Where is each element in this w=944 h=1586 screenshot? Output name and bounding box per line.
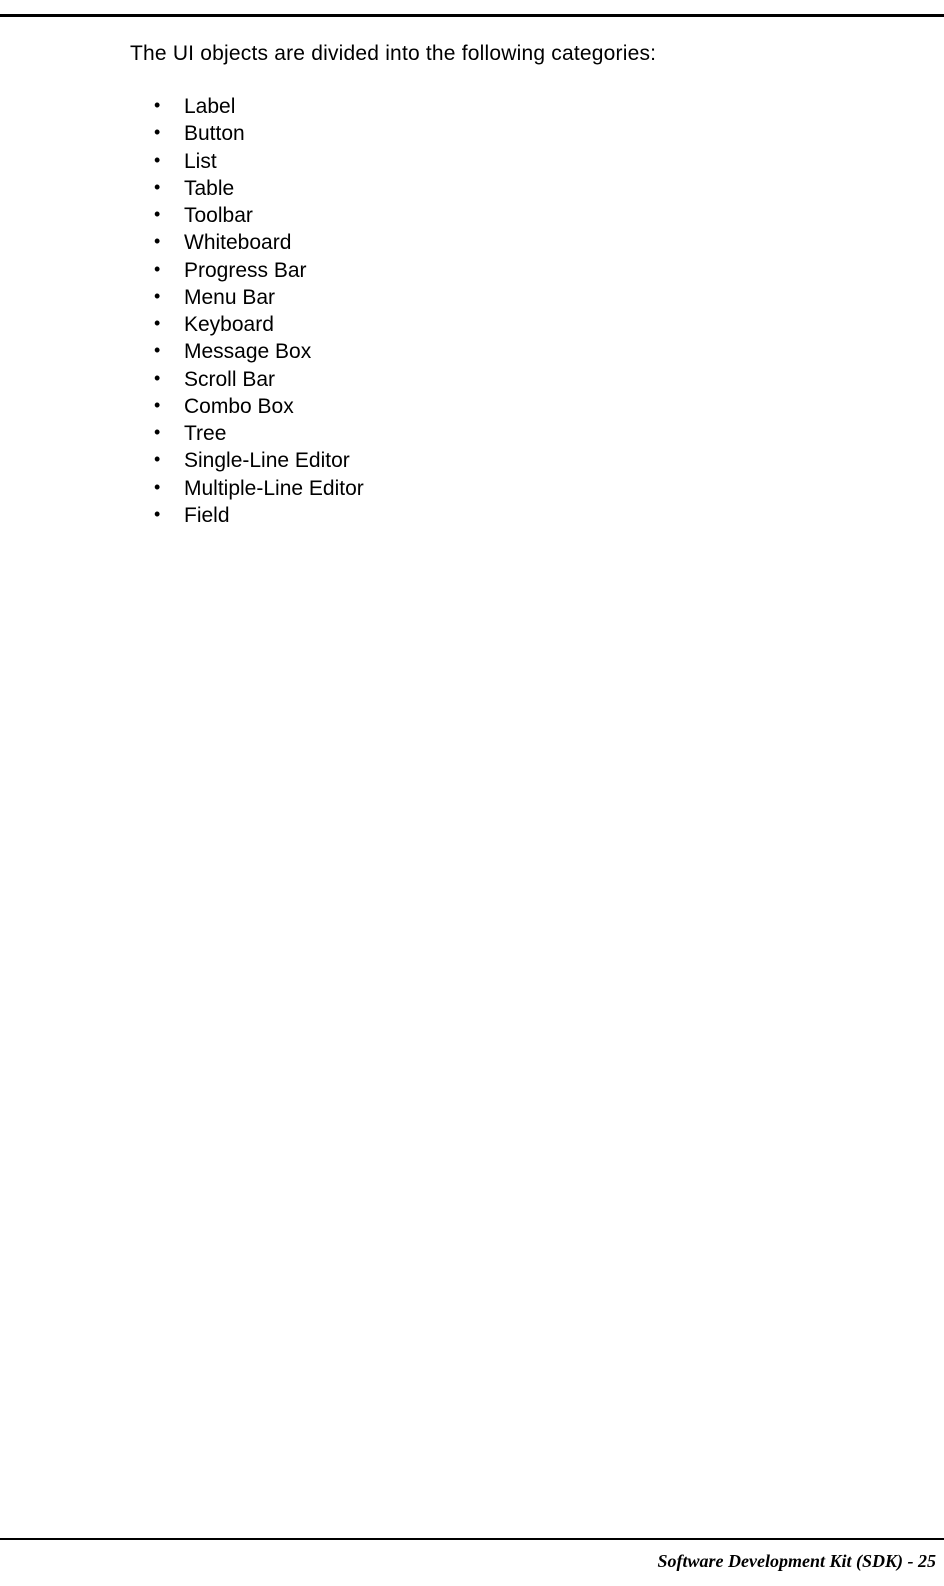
- list-item: Label: [154, 94, 884, 120]
- list-item: Progress Bar: [154, 258, 884, 284]
- list-item: Combo Box: [154, 394, 884, 420]
- list-item: List: [154, 149, 884, 175]
- ui-objects-list: Label Button List Table Toolbar Whiteboa…: [130, 94, 884, 529]
- list-item: Multiple-Line Editor: [154, 476, 884, 502]
- bottom-rule: [0, 1538, 944, 1540]
- list-item: Toolbar: [154, 203, 884, 229]
- list-item: Single-Line Editor: [154, 448, 884, 474]
- list-item: Menu Bar: [154, 285, 884, 311]
- list-item: Tree: [154, 421, 884, 447]
- list-item: Whiteboard: [154, 230, 884, 256]
- list-item: Button: [154, 121, 884, 147]
- top-rule: [0, 14, 944, 17]
- intro-paragraph: The UI objects are divided into the foll…: [130, 42, 884, 66]
- page-content: The UI objects are divided into the foll…: [130, 42, 884, 530]
- list-item: Table: [154, 176, 884, 202]
- page-footer: Software Development Kit (SDK) - 25: [658, 1551, 936, 1572]
- list-item: Scroll Bar: [154, 367, 884, 393]
- list-item: Keyboard: [154, 312, 884, 338]
- list-item: Message Box: [154, 339, 884, 365]
- list-item: Field: [154, 503, 884, 529]
